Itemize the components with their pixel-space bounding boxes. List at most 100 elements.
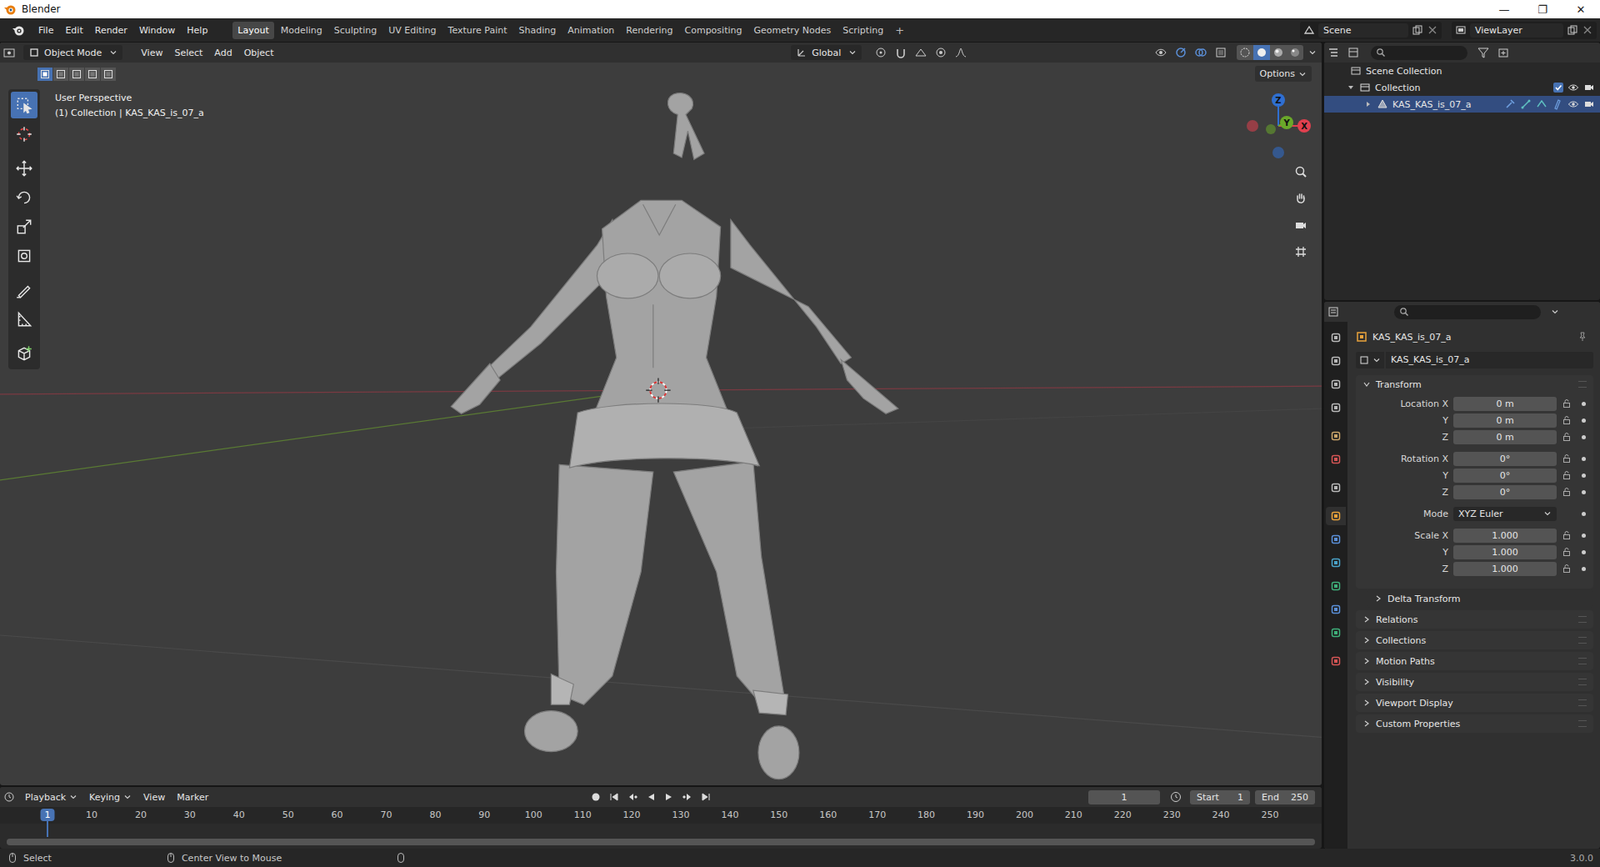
keyframe-dot-icon[interactable] — [1581, 435, 1586, 440]
lock-icon[interactable] — [1561, 415, 1572, 425]
workspace-tab[interactable]: Animation — [562, 21, 620, 40]
start-frame-field[interactable]: Start1 — [1190, 790, 1250, 805]
navigation-gizmo[interactable]: ZXY — [1245, 92, 1312, 160]
selection-mode-button[interactable] — [53, 67, 69, 81]
view-layer-icon[interactable] — [1455, 24, 1467, 36]
eye-icon[interactable] — [1567, 81, 1580, 94]
tool-button[interactable] — [10, 340, 38, 367]
expand-arrow-icon[interactable] — [1346, 83, 1355, 92]
negative-y-axis-icon[interactable] — [1265, 124, 1276, 135]
lock-icon[interactable] — [1561, 398, 1572, 409]
tool-button[interactable] — [10, 242, 38, 270]
prev-keyframe-icon[interactable] — [626, 790, 639, 803]
close-icon[interactable] — [1581, 24, 1594, 36]
drag-handle-icon[interactable] — [1578, 380, 1587, 388]
outliner-row[interactable]: KAS_KAS_is_07_a — [1324, 95, 1600, 113]
scene-icon[interactable] — [1303, 24, 1315, 36]
timeline-menu-item[interactable]: Playback — [20, 789, 83, 805]
visibility-icon[interactable] — [1154, 45, 1168, 60]
object-browse-button[interactable] — [1355, 351, 1385, 369]
lock-icon[interactable] — [1561, 470, 1572, 480]
camera-icon[interactable] — [1583, 98, 1595, 110]
viewport-menu-item[interactable]: Object — [239, 45, 280, 61]
filter-icon[interactable] — [1476, 45, 1490, 60]
properties-tab[interactable] — [1325, 530, 1346, 549]
timeline-menu-item[interactable]: Keying — [84, 789, 137, 805]
close-icon[interactable] — [1426, 24, 1439, 36]
keyframe-dot-icon[interactable] — [1581, 533, 1586, 538]
keyframe-dot-icon[interactable] — [1581, 456, 1586, 461]
workspace-tab[interactable]: Geometry Nodes — [748, 21, 836, 40]
number-field[interactable]: 1.000 — [1453, 561, 1557, 576]
camera-view-button[interactable] — [1290, 214, 1312, 236]
drag-handle-icon[interactable] — [1578, 636, 1587, 644]
window-control-button[interactable]: ✕ — [1561, 3, 1600, 16]
end-frame-field[interactable]: End250 — [1255, 790, 1315, 805]
new-collection-icon[interactable] — [1496, 45, 1510, 60]
copy-icon[interactable] — [1566, 24, 1579, 36]
timeline-menu-item[interactable]: Marker — [171, 789, 214, 805]
drag-handle-icon[interactable] — [1578, 615, 1587, 623]
next-keyframe-icon[interactable] — [681, 790, 694, 803]
number-field[interactable]: 0 m — [1453, 430, 1557, 445]
orientation-dropdown[interactable]: Global — [790, 45, 862, 60]
window-control-button[interactable]: ❐ — [1523, 3, 1562, 16]
properties-tab[interactable] — [1325, 651, 1346, 670]
scene-field[interactable]: Scene — [1318, 23, 1409, 38]
eye-icon[interactable] — [1567, 98, 1580, 110]
lock-icon[interactable] — [1561, 486, 1572, 497]
keyframe-dot-icon[interactable] — [1581, 511, 1586, 516]
keyframe-dot-icon[interactable] — [1581, 401, 1586, 406]
viewport-menu-item[interactable]: View — [135, 45, 168, 61]
editor-type-icon[interactable] — [2, 790, 16, 804]
data-icon[interactable] — [1551, 98, 1564, 110]
editor-type-icon[interactable] — [1326, 45, 1340, 60]
menu-item[interactable]: Help — [181, 22, 213, 39]
lock-icon[interactable] — [1561, 563, 1572, 574]
panel-header[interactable]: Viewport Display — [1355, 693, 1594, 712]
properties-search-field[interactable] — [1394, 305, 1541, 320]
proportional-edit-icon[interactable] — [934, 45, 948, 60]
properties-tab[interactable] — [1325, 426, 1346, 445]
modifier-icon[interactable] — [1504, 98, 1516, 110]
viewport-canvas[interactable]: User Perspective(1) Collection | KAS_KAS… — [0, 62, 1322, 785]
workspace-tab[interactable]: UV Editing — [383, 21, 441, 40]
number-field[interactable]: 0 m — [1453, 396, 1557, 411]
tool-button[interactable] — [10, 276, 38, 304]
pin-icon[interactable] — [1576, 330, 1589, 343]
axis-handle[interactable]: Z — [1271, 93, 1285, 107]
properties-tab[interactable] — [1325, 398, 1346, 417]
armature-icon[interactable] — [1520, 98, 1532, 110]
window-control-button[interactable]: — — [1485, 3, 1524, 16]
menu-item[interactable]: Window — [134, 22, 180, 39]
properties-tab[interactable] — [1325, 328, 1346, 347]
lock-icon[interactable] — [1561, 546, 1572, 557]
xray-icon[interactable] — [1214, 45, 1228, 60]
number-field[interactable]: 1.000 — [1453, 545, 1557, 560]
number-field[interactable]: 0° — [1453, 485, 1557, 500]
view-layer-field[interactable]: ViewLayer — [1470, 23, 1564, 38]
panel-header[interactable]: Transform — [1355, 375, 1594, 394]
tool-button[interactable] — [10, 213, 38, 240]
selection-mode-button[interactable] — [37, 67, 53, 81]
play-reverse-icon[interactable] — [645, 790, 657, 803]
drag-handle-icon[interactable] — [1578, 699, 1587, 706]
add-workspace-button[interactable]: + — [890, 22, 910, 39]
tool-button[interactable] — [10, 120, 38, 148]
keyframe-dot-icon[interactable] — [1581, 418, 1586, 423]
drag-handle-icon[interactable] — [1578, 657, 1587, 665]
zoom-button[interactable] — [1290, 160, 1312, 183]
copy-icon[interactable] — [1411, 24, 1424, 36]
shading-button[interactable] — [1270, 45, 1287, 60]
blender-logo-icon[interactable] — [11, 23, 25, 37]
keyframe-dot-icon[interactable] — [1581, 566, 1586, 571]
panel-header[interactable]: Relations — [1355, 610, 1594, 629]
properties-tab[interactable] — [1325, 623, 1346, 642]
clock-icon[interactable] — [1169, 790, 1183, 804]
dropdown-field[interactable]: XYZ Euler — [1453, 506, 1557, 521]
menu-item[interactable]: File — [33, 22, 59, 39]
timeline-menu-item[interactable]: View — [138, 789, 170, 805]
menu-item[interactable]: Render — [90, 22, 133, 39]
outliner-row[interactable]: Scene Collection — [1324, 62, 1600, 80]
jump-end-icon[interactable] — [700, 790, 712, 803]
